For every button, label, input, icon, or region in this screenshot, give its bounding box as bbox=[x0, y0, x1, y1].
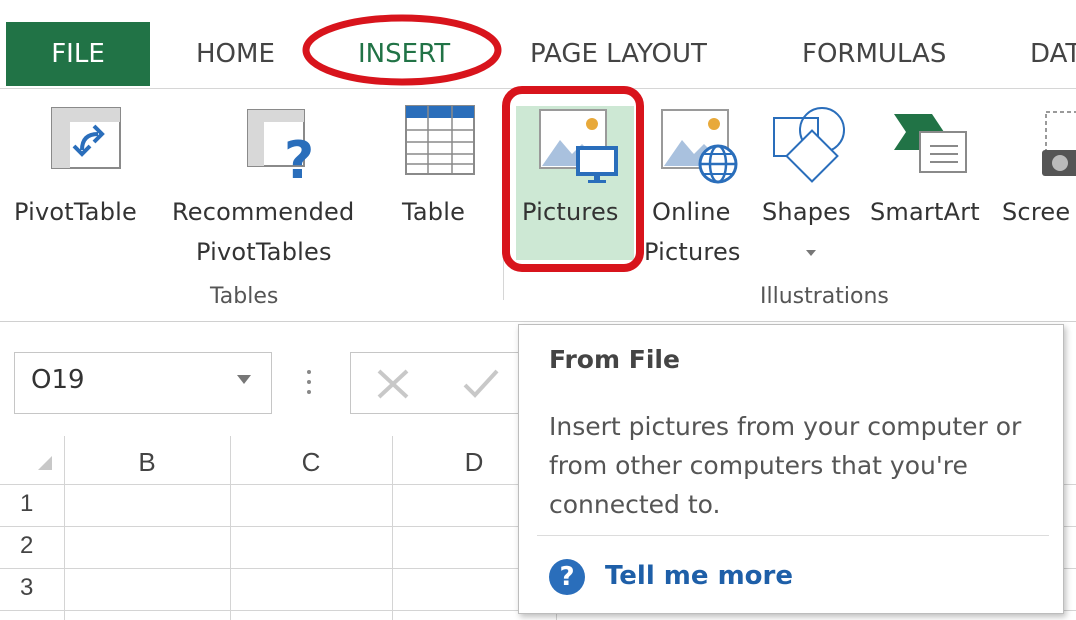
column-header-b[interactable]: B bbox=[64, 436, 230, 484]
tooltip-description: Insert pictures from your computer or fr… bbox=[549, 412, 1022, 519]
online-pictures-icon bbox=[661, 109, 738, 184]
recommended-pivottables-label-1: Recommended bbox=[172, 198, 355, 226]
name-box[interactable]: O19 bbox=[14, 352, 272, 414]
recommended-pivottables-label-2: PivotTables bbox=[196, 238, 332, 266]
name-box-dropdown-icon[interactable] bbox=[237, 375, 251, 384]
group-label-illustrations: Illustrations bbox=[760, 284, 889, 309]
shapes-icon bbox=[773, 107, 845, 183]
tab-home[interactable]: HOME bbox=[196, 22, 275, 86]
svg-text:?: ? bbox=[284, 131, 314, 182]
pivottable-label: PivotTable bbox=[14, 198, 137, 226]
tell-me-more-label: Tell me more bbox=[605, 561, 793, 591]
name-box-value: O19 bbox=[31, 365, 85, 395]
tab-insert[interactable]: INSERT bbox=[358, 22, 450, 86]
formula-bar-buttons bbox=[350, 352, 531, 414]
row-header-3[interactable]: 3 bbox=[0, 574, 64, 602]
table-icon bbox=[405, 105, 475, 175]
group-divider bbox=[503, 100, 504, 300]
tab-page-layout[interactable]: PAGE LAYOUT bbox=[530, 22, 707, 86]
tooltip-title: From File bbox=[549, 345, 680, 374]
formula-bar-resize-handle[interactable] bbox=[306, 364, 312, 400]
tab-file[interactable]: FILE bbox=[6, 22, 150, 86]
row-header-1[interactable]: 1 bbox=[0, 490, 64, 518]
tooltip-divider bbox=[537, 535, 1049, 536]
online-pictures-label-2: Pictures bbox=[644, 238, 741, 266]
pictures-label: Pictures bbox=[522, 198, 619, 226]
cancel-entry-icon[interactable] bbox=[375, 367, 411, 401]
row-header-2[interactable]: 2 bbox=[0, 532, 64, 560]
select-all-icon[interactable] bbox=[38, 456, 52, 470]
smartart-icon bbox=[894, 114, 967, 173]
help-icon: ? bbox=[549, 559, 585, 595]
pictures-tooltip: From File Insert pictures from your comp… bbox=[518, 324, 1064, 614]
tab-data[interactable]: DAT bbox=[1030, 22, 1076, 86]
group-label-tables: Tables bbox=[210, 284, 279, 309]
shapes-dropdown-icon bbox=[806, 250, 816, 256]
shapes-label: Shapes bbox=[762, 198, 851, 226]
recommended-pivottables-icon: ? bbox=[247, 109, 314, 182]
online-pictures-label-1: Online bbox=[652, 198, 731, 226]
ribbon-tab-bar: FILE HOME INSERT PAGE LAYOUT FORMULAS DA… bbox=[0, 0, 1076, 86]
confirm-entry-icon[interactable] bbox=[461, 367, 501, 401]
table-label: Table bbox=[402, 198, 466, 226]
smartart-label: SmartArt bbox=[870, 198, 980, 226]
tab-formulas[interactable]: FORMULAS bbox=[802, 22, 946, 86]
pictures-icon bbox=[539, 109, 618, 183]
column-header-c[interactable]: C bbox=[230, 436, 392, 484]
screenshot-label: Scree bbox=[1002, 198, 1071, 226]
pivottable-icon bbox=[51, 107, 121, 169]
screenshot-icon bbox=[1042, 111, 1076, 176]
